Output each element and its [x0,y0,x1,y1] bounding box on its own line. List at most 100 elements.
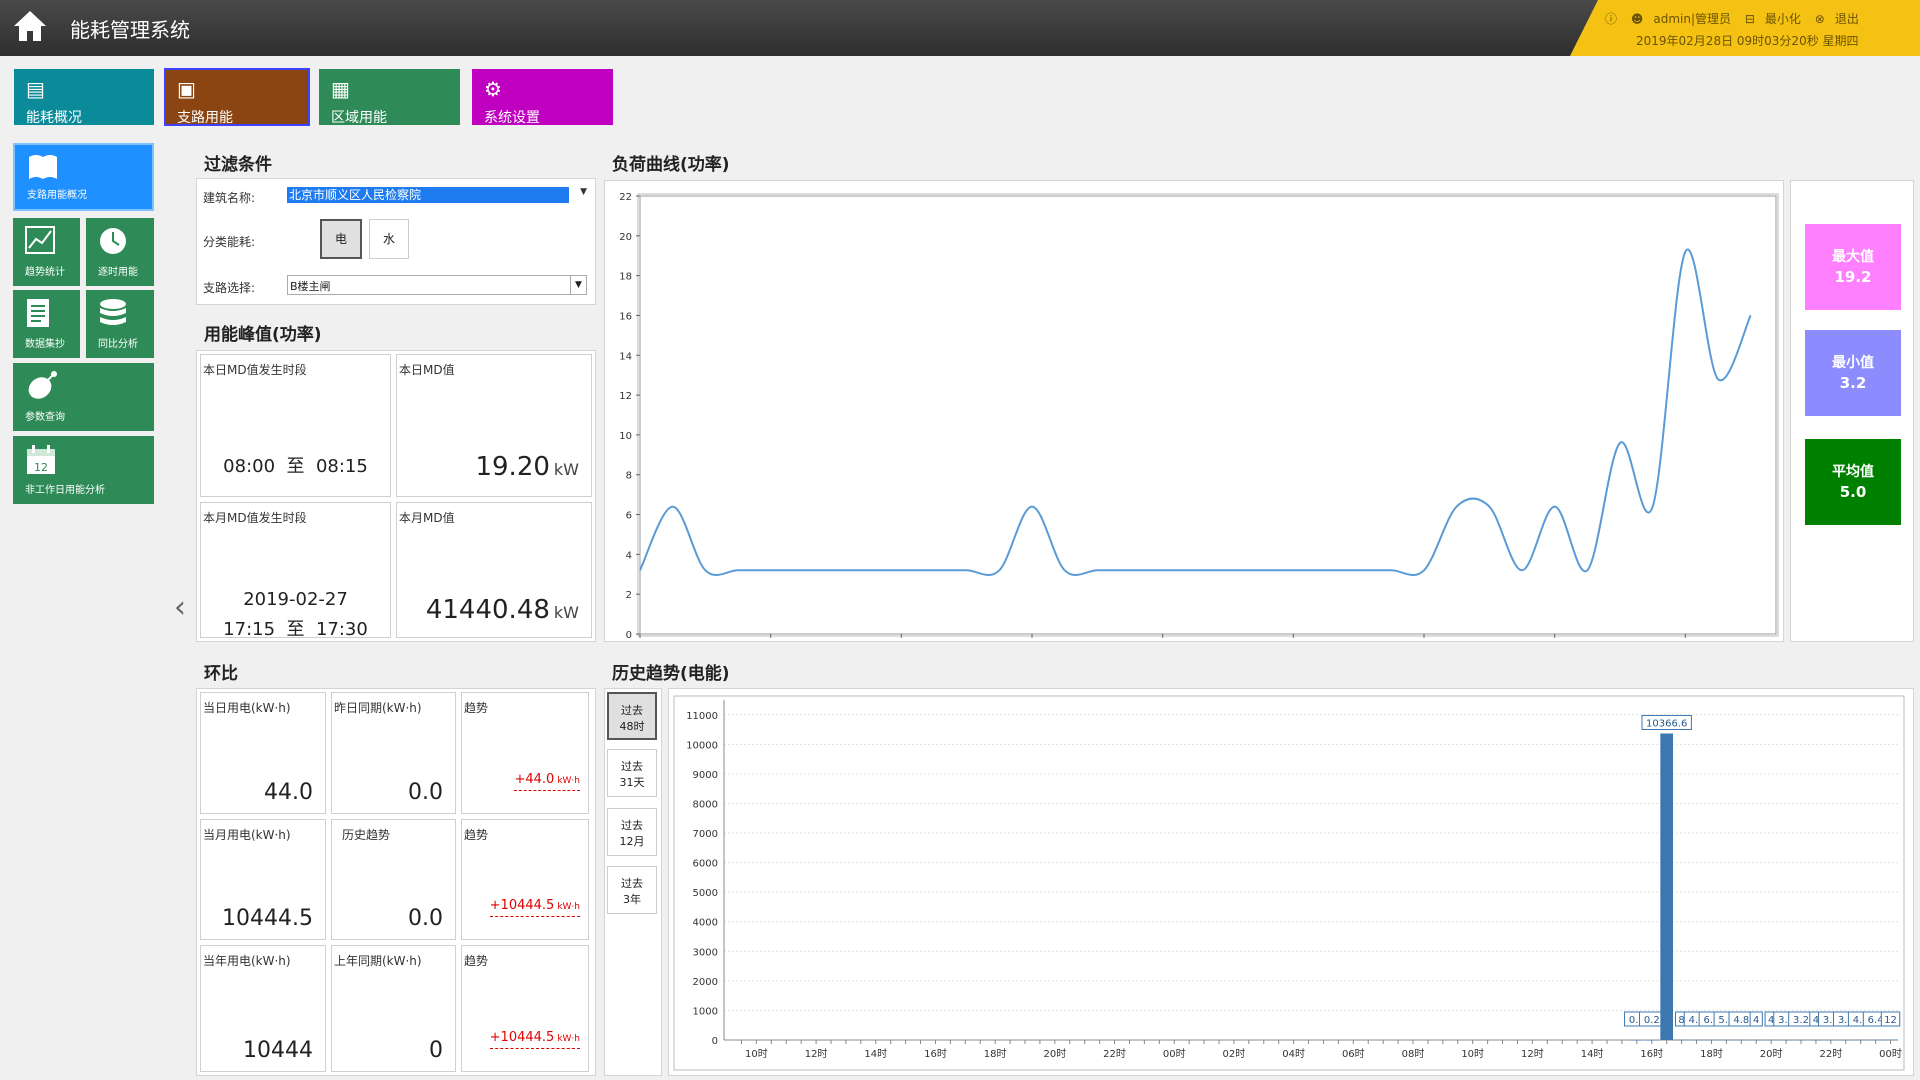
month-period-box: 本月MD值发生时段 2019-02-27 17:15 至 17:30 [200,502,391,641]
branch-select[interactable]: B楼主闸 ▼ [287,275,587,295]
sidebar-item-yoy-analysis[interactable]: 同比分析 [86,290,154,358]
load-ytick-label: 18 [619,272,632,283]
hist-bar [1809,1039,1823,1041]
hist-bar [1749,1039,1763,1041]
building-select[interactable]: 北京市顺义区人民检察院 ▼ [287,187,587,205]
hist-xtick-label: 12时 [1521,1048,1544,1060]
sidebar-item-data-collection[interactable]: 数据集抄 [13,290,80,358]
sidebar-item-label: 数据集抄 [25,339,65,350]
info-icon[interactable]: ⓘ [1605,12,1617,26]
bar-chart-icon: ▤ [26,77,45,101]
ratio-cell: 趋势 +10444.5 kW·h [461,819,589,940]
max-value: 19.2 [1834,268,1872,286]
month-md-number: 41440.48 [425,595,550,625]
sidebar-item-label: 逐时用能 [98,267,138,278]
minimize-button[interactable]: 最小化 [1765,12,1801,26]
collapse-arrow-icon[interactable]: ‹ [174,590,186,625]
history-title: 历史趋势(电能) [612,664,730,684]
today-md-label: 本日MD值 [399,363,455,377]
today-period-to: 至 [286,456,305,477]
hist-xtick-label: 04时 [1282,1048,1305,1060]
hist-bar-label: 10366.6 [1646,719,1687,730]
month-period-time: 17:15 至 17:30 [201,615,390,641]
category-water-button[interactable]: 水 [369,219,409,259]
tab-branch-energy[interactable]: ▣ 支路用能 [164,68,310,126]
hist-ytick-label: 11000 [686,711,718,722]
hist-xtick-label: 10时 [1461,1048,1484,1060]
hist-xtick-label: 00时 [1879,1048,1902,1060]
max-label: 最大值 [1832,249,1874,265]
sidebar-item-branch-overview[interactable]: 支路用能概况 [13,143,154,211]
close-icon: ⊗ [1814,12,1825,26]
hist-xtick-label: 14时 [864,1048,887,1060]
today-period-end: 08:15 [315,456,368,477]
load-ytick-label: 22 [619,192,632,203]
hist-bar-label: 4.8 [1733,1015,1749,1026]
tab-energy-overview[interactable]: ▤ 能耗概况 [14,69,154,126]
load-ytick-label: 6 [626,511,632,522]
hist-xtick-label: 14时 [1581,1048,1604,1060]
hist-xtick-label: 08时 [1402,1048,1425,1060]
today-md-value: 19.20 kW [475,452,579,482]
hist-ytick-label: 9000 [693,770,718,781]
load-ytick-label: 20 [619,232,632,243]
hist-xtick-label: 20时 [1043,1048,1066,1060]
category-electric-button[interactable]: 电 [320,219,362,259]
user-toolbar: ⓘ ☻ admin|管理员 ⊟ 最小化 ⊗ 退出 [1605,10,1869,27]
history-btn-line: 过去 [621,877,643,890]
minimize-icon: ⊟ [1744,12,1755,26]
load-curve-title: 负荷曲线(功率) [612,155,730,175]
load-ytick-label: 10 [619,431,632,442]
presentation-icon: ▣ [177,77,196,101]
hist-xtick-label: 06时 [1342,1048,1365,1060]
month-period-end: 17:30 [315,619,368,640]
tab-label: 支路用能 [177,110,233,126]
history-48h-button[interactable]: 过去 48时 [607,692,657,740]
user-name[interactable]: admin|管理员 [1653,12,1731,26]
hist-bar-label: 12 [1884,1015,1897,1026]
database-icon [100,299,126,325]
branch-select-value: B楼主闸 [290,280,331,293]
ratio-cell-value: 0.0 [408,780,443,805]
ratio-trend-value: +10444.5 [489,898,555,913]
sidebar-item-hourly[interactable]: 逐时用能 [86,218,154,286]
tab-area-energy[interactable]: ▦ 区域用能 [319,69,460,126]
sidebar-item-param-query[interactable]: 参数查询 [13,363,154,431]
today-md-number: 19.20 [475,452,550,482]
hist-xtick-label: 18时 [1700,1048,1723,1060]
ratio-cell-label: 当月用电(kW·h) [203,828,291,842]
sidebar-item-trend-stats[interactable]: 趋势统计 [13,218,80,286]
month-period-date: 2019-02-27 [243,589,348,610]
hist-bar-label: 0.2 [1644,1015,1660,1026]
min-value: 3.2 [1839,374,1867,392]
hist-ytick-label: 2000 [693,977,718,988]
hist-bar [1764,1039,1778,1041]
hist-bar [1854,1039,1868,1041]
today-period-box: 本日MD值发生时段 08:00 至 08:15 [200,354,391,497]
history-btn-line: 过去 [621,760,643,773]
building-select-value: 北京市顺义区人民检察院 [287,187,569,203]
ratio-cell-label: 昨日同期(kW·h) [334,701,422,715]
history-btn-line: 12月 [619,835,645,848]
history-31d-button[interactable]: 过去 31天 [607,749,657,797]
history-btn-line: 31天 [619,776,645,789]
hist-bar [1630,1039,1644,1041]
ratio-trend-unit: kW·h [557,1034,580,1044]
load-ytick-label: 14 [619,351,632,362]
hist-bar [1869,1039,1882,1041]
history-3y-button[interactable]: 过去 3年 [607,866,657,914]
history-btn-line: 过去 [621,819,643,832]
today-period-start: 08:00 [223,456,276,477]
ratio-cell-label: 趋势 [464,828,489,842]
ratio-cell: 趋势 +10444.5 kW·h [461,945,589,1072]
tab-label: 能耗概况 [26,110,82,126]
history-12m-button[interactable]: 过去 12月 [607,808,657,856]
sidebar-item-nonworkday[interactable]: 12 非工作日用能分析 [13,436,154,504]
logout-button[interactable]: 退出 [1835,12,1859,26]
svg-text:12: 12 [34,461,48,474]
ratio-cell: 上年同期(kW·h) 0 [331,945,456,1072]
chevron-down-icon: ▼ [580,187,587,197]
tab-system-settings[interactable]: ⚙ 系统设置 [472,69,613,126]
home-icon[interactable] [12,8,48,44]
load-ytick-label: 12 [619,391,632,402]
